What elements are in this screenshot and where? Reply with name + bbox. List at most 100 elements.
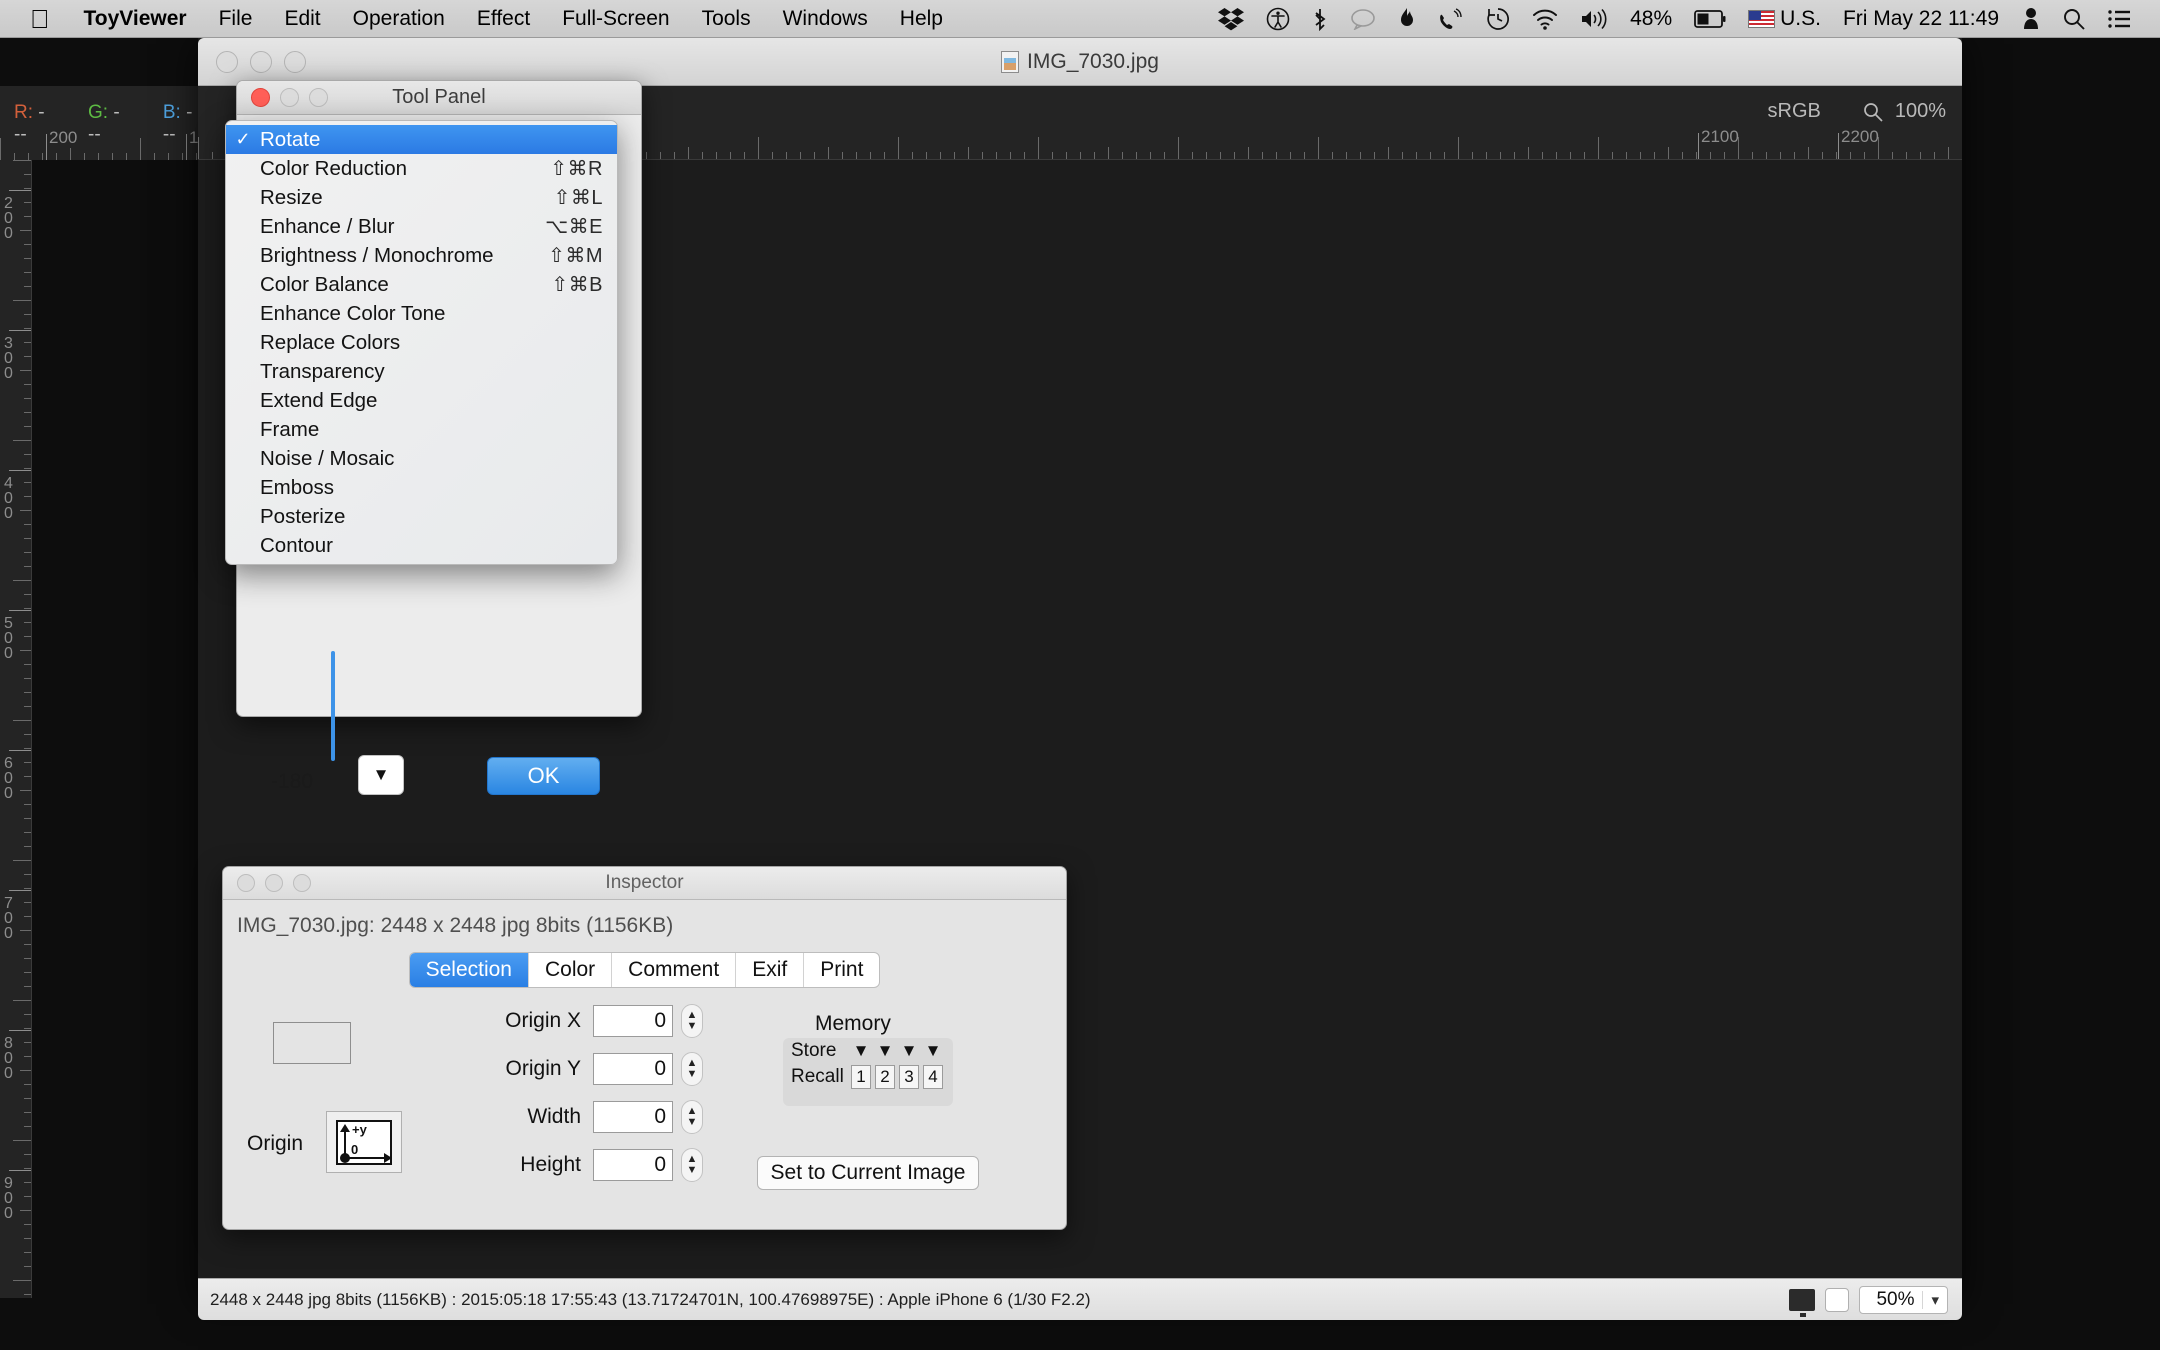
ruler-tick (688, 147, 689, 159)
menu-option-extend-edge[interactable]: Extend Edge (226, 386, 617, 415)
stepper-down-icon[interactable]: ▼ (687, 1117, 698, 1128)
field-input-height[interactable]: 0 (593, 1149, 673, 1181)
ruler-tick (14, 153, 15, 160)
ruler-tick (24, 188, 31, 189)
battery-icon[interactable] (1683, 9, 1737, 29)
ruler-tick (24, 636, 31, 637)
ruler-tick (1892, 152, 1893, 159)
ruler-tick (1640, 152, 1641, 159)
menu-option-shortcut: ⇧⌘R (550, 158, 603, 180)
ok-button[interactable]: OK (487, 757, 600, 795)
origin-axes-icon[interactable]: +y 0 (326, 1111, 402, 1173)
clock-datetime[interactable]: Fri May 22 11:49 (1832, 7, 2010, 31)
menu-option-resize[interactable]: Resize ⇧⌘L (226, 183, 617, 212)
memory-recall-button-2[interactable]: 2 (875, 1065, 895, 1089)
input-source[interactable]: U.S. (1737, 7, 1832, 31)
memory-recall-button-1[interactable]: 1 (851, 1065, 871, 1089)
chat-bubble-icon[interactable] (1339, 8, 1387, 30)
field-input-origin-x[interactable]: 0 (593, 1005, 673, 1037)
menu-option-frame[interactable]: Frame (226, 415, 617, 444)
stepper-down-icon[interactable]: ▼ (687, 1069, 698, 1080)
memory-recall-button-4[interactable]: 4 (923, 1065, 943, 1089)
ruler-tick (24, 524, 31, 525)
tool-panel-titlebar[interactable]: Tool Panel (237, 81, 641, 115)
display-icon[interactable] (1789, 1288, 1816, 1317)
tab-color[interactable]: Color (529, 953, 613, 987)
ruler-tick (856, 152, 857, 159)
menu-app-name[interactable]: ToyViewer (68, 7, 203, 31)
spotlight-search-icon[interactable] (2052, 8, 2096, 30)
ruler-tick (0, 138, 1, 160)
menu-option-noise-mosaic[interactable]: Noise / Mosaic (226, 444, 617, 473)
tab-print[interactable]: Print (804, 953, 879, 987)
memory-store-button-2[interactable]: ▼ (873, 1041, 897, 1061)
ruler-label: 2100 (1701, 127, 1739, 146)
stepper-down-icon[interactable]: ▼ (687, 1165, 698, 1176)
stepper-origin-y[interactable]: ▲ ▼ (681, 1052, 703, 1086)
memory-store-button-3[interactable]: ▼ (897, 1041, 921, 1061)
volume-icon[interactable] (1569, 8, 1619, 30)
memory-store-button-1[interactable]: ▼ (849, 1041, 873, 1061)
field-input-width[interactable]: 0 (593, 1101, 673, 1133)
menu-item-help[interactable]: Help (884, 7, 959, 31)
menu-option-enhance-blur[interactable]: Enhance / Blur ⌥⌘E (226, 212, 617, 241)
phone-icon[interactable] (1427, 7, 1475, 31)
menu-option-posterize[interactable]: Posterize (226, 502, 617, 531)
menu-item-tools[interactable]: Tools (686, 7, 767, 31)
ruler-tick (1850, 152, 1851, 159)
bluetooth-icon[interactable] (1301, 7, 1339, 31)
menu-item-full-screen[interactable]: Full-Screen (546, 7, 685, 31)
tool-panel-operation-menu[interactable]: ✓ Rotate Color Reduction ⇧⌘R Resize ⇧⌘L Enhanc… (225, 120, 618, 565)
fit-toggle-button[interactable] (1825, 1287, 1850, 1312)
memory-recall-button-3[interactable]: 3 (899, 1065, 919, 1089)
dropbox-icon[interactable] (1207, 7, 1255, 31)
stepper-origin-x[interactable]: ▲ ▼ (681, 1004, 703, 1038)
chevron-down-icon[interactable]: ▾ (1922, 1290, 1947, 1309)
menu-option-color-balance[interactable]: Color Balance ⇧⌘B (226, 270, 617, 299)
rotate-dropdown-button[interactable]: ▼ (358, 755, 404, 795)
flame-icon[interactable] (1387, 7, 1427, 31)
ruler-tick (24, 1252, 31, 1253)
menu-option-color-reduction[interactable]: Color Reduction ⇧⌘R (226, 154, 617, 183)
ruler-tick (1276, 152, 1277, 159)
menu-item-edit[interactable]: Edit (268, 7, 336, 31)
ruler-vertical[interactable]: 200 300 400 500 600 700 800 900 (0, 160, 32, 1298)
zoom-combo[interactable]: 50% ▾ (1859, 1285, 1948, 1314)
menu-option-rotate[interactable]: ✓ Rotate (226, 125, 617, 154)
inspector-titlebar[interactable]: Inspector (223, 867, 1066, 900)
ruler-tick (13, 440, 31, 441)
rotate-slider-track[interactable] (331, 651, 335, 761)
menu-item-file[interactable]: File (203, 7, 269, 31)
menu-option-transparency[interactable]: Transparency (226, 357, 617, 386)
tab-comment[interactable]: Comment (612, 953, 737, 987)
field-input-origin-y[interactable]: 0 (593, 1053, 673, 1085)
stepper-width[interactable]: ▲ ▼ (681, 1100, 703, 1134)
ruler-tick (196, 153, 197, 160)
menu-option-brightness-monochrome[interactable]: Brightness / Monochrome ⇧⌘M (226, 241, 617, 270)
apple-logo-icon[interactable]:  (0, 6, 68, 32)
menu-item-windows[interactable]: Windows (767, 7, 884, 31)
time-machine-icon[interactable] (1475, 7, 1521, 31)
memory-store-button-4[interactable]: ▼ (921, 1041, 945, 1061)
stepper-height[interactable]: ▲ ▼ (681, 1148, 703, 1182)
menu-item-effect[interactable]: Effect (461, 7, 546, 31)
stepper-down-icon[interactable]: ▼ (687, 1021, 698, 1032)
menu-option-contour[interactable]: Contour (226, 531, 617, 560)
menu-option-enhance-color-tone[interactable]: Enhance Color Tone (226, 299, 617, 328)
colorspace-label: sRGB (1767, 100, 1821, 122)
menu-option-replace-colors[interactable]: Replace Colors (226, 328, 617, 357)
image-window-titlebar[interactable]: IMG_7030.jpg (198, 38, 1962, 86)
menu-item-operation[interactable]: Operation (337, 7, 461, 31)
ruler-tick (674, 152, 675, 159)
tab-selection[interactable]: Selection (409, 953, 529, 987)
menu-option-emboss[interactable]: Emboss (226, 473, 617, 502)
notification-center-icon[interactable] (2096, 9, 2142, 29)
set-to-current-image-button[interactable]: Set to Current Image (757, 1156, 979, 1190)
ruler-tick (24, 818, 31, 819)
tab-exif[interactable]: Exif (736, 953, 805, 987)
wifi-icon[interactable] (1521, 8, 1569, 30)
ruler-major-tick (9, 890, 31, 891)
field-label-origin-x: Origin X (505, 1009, 581, 1032)
accessibility-icon[interactable] (1255, 7, 1301, 31)
user-icon[interactable] (2010, 7, 2052, 31)
